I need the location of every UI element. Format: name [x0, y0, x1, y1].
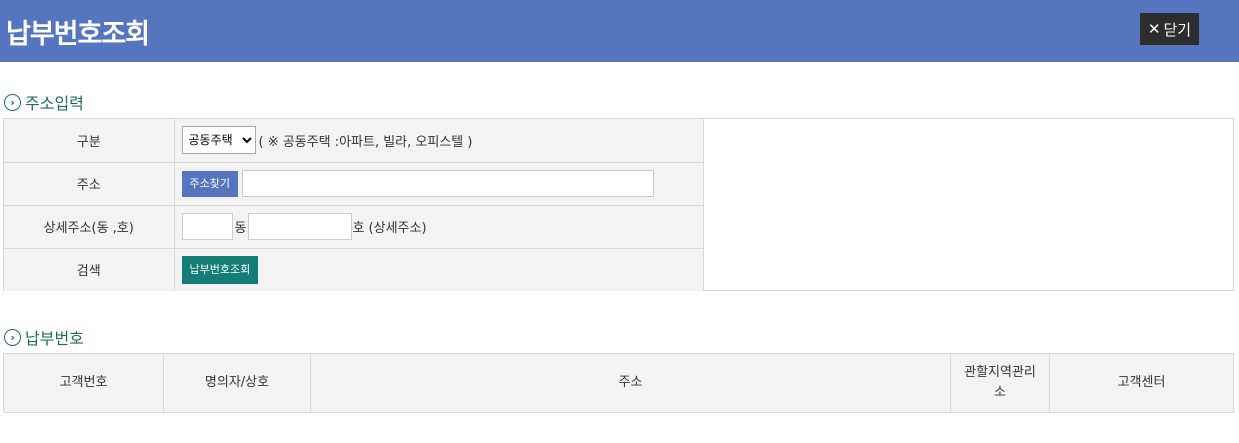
type-select[interactable]: 공동주택	[181, 126, 256, 155]
search-payment-number-button[interactable]: 납부번호조회	[181, 255, 259, 284]
address-form: 구분 공동주택 ( ※ 공동주택 :아파트, 빌라, 오피스텔 ) 주소 주소찾…	[3, 118, 1234, 291]
detail-row: 상세주소(동 ,호) 동 호 (상세주소)	[4, 205, 704, 249]
column-header-customer-number: 고객번호	[3, 353, 164, 413]
detail-cell: 동 호 (상세주소)	[174, 205, 704, 249]
chevron-right-circle-icon: ›	[4, 93, 21, 111]
address-input[interactable]	[241, 170, 654, 197]
close-icon: ✕	[1147, 19, 1161, 38]
address-form-table: 구분 공동주택 ( ※ 공동주택 :아파트, 빌라, 오피스텔 ) 주소 주소찾…	[4, 119, 704, 291]
column-header-address: 주소	[310, 353, 951, 413]
search-cell: 납부번호조회	[174, 248, 704, 291]
page-title: 납부번호조회	[6, 19, 150, 50]
dong-input[interactable]	[181, 213, 233, 240]
column-header-office: 관할지역관리소	[950, 353, 1050, 413]
type-label: 구분	[4, 119, 175, 163]
dong-suffix: 동	[234, 221, 247, 236]
column-header-customer-center: 고객센터	[1049, 353, 1234, 413]
find-address-button[interactable]: 주소찾기	[181, 170, 238, 197]
detail-address-label: 상세주소(동 ,호)	[4, 205, 175, 249]
close-button[interactable]: ✕ 닫기	[1140, 13, 1199, 45]
ho-suffix: 호 (상세주소)	[352, 221, 427, 236]
column-header-owner: 명의자/상호	[163, 353, 311, 413]
header-bar: 납부번호조회 ✕ 닫기	[0, 0, 1239, 62]
address-section-title: › 주소입력	[4, 90, 84, 114]
type-cell: 공동주택 ( ※ 공동주택 :아파트, 빌라, 오피스텔 )	[174, 119, 704, 163]
address-label: 주소	[4, 162, 175, 206]
search-label: 검색	[4, 248, 175, 291]
address-section-label: 주소입력	[25, 94, 84, 113]
payment-section-title: › 납부번호	[4, 325, 84, 349]
chevron-right-circle-icon: ›	[4, 328, 21, 346]
payment-section-label: 납부번호	[25, 329, 84, 348]
close-label: 닫기	[1163, 20, 1192, 39]
address-cell: 주소찾기	[174, 162, 704, 206]
ho-input[interactable]	[248, 213, 353, 240]
address-row: 주소 주소찾기	[4, 162, 704, 206]
type-hint: ( ※ 공동주택 :아파트, 빌라, 오피스텔 )	[258, 134, 473, 150]
type-row: 구분 공동주택 ( ※ 공동주택 :아파트, 빌라, 오피스텔 )	[4, 119, 704, 163]
payment-number-table: 고객번호 명의자/상호 주소 관할지역관리소 고객센터	[3, 353, 1234, 413]
payment-table-header: 고객번호 명의자/상호 주소 관할지역관리소 고객센터	[3, 353, 1234, 413]
search-row: 검색 납부번호조회	[4, 248, 704, 291]
